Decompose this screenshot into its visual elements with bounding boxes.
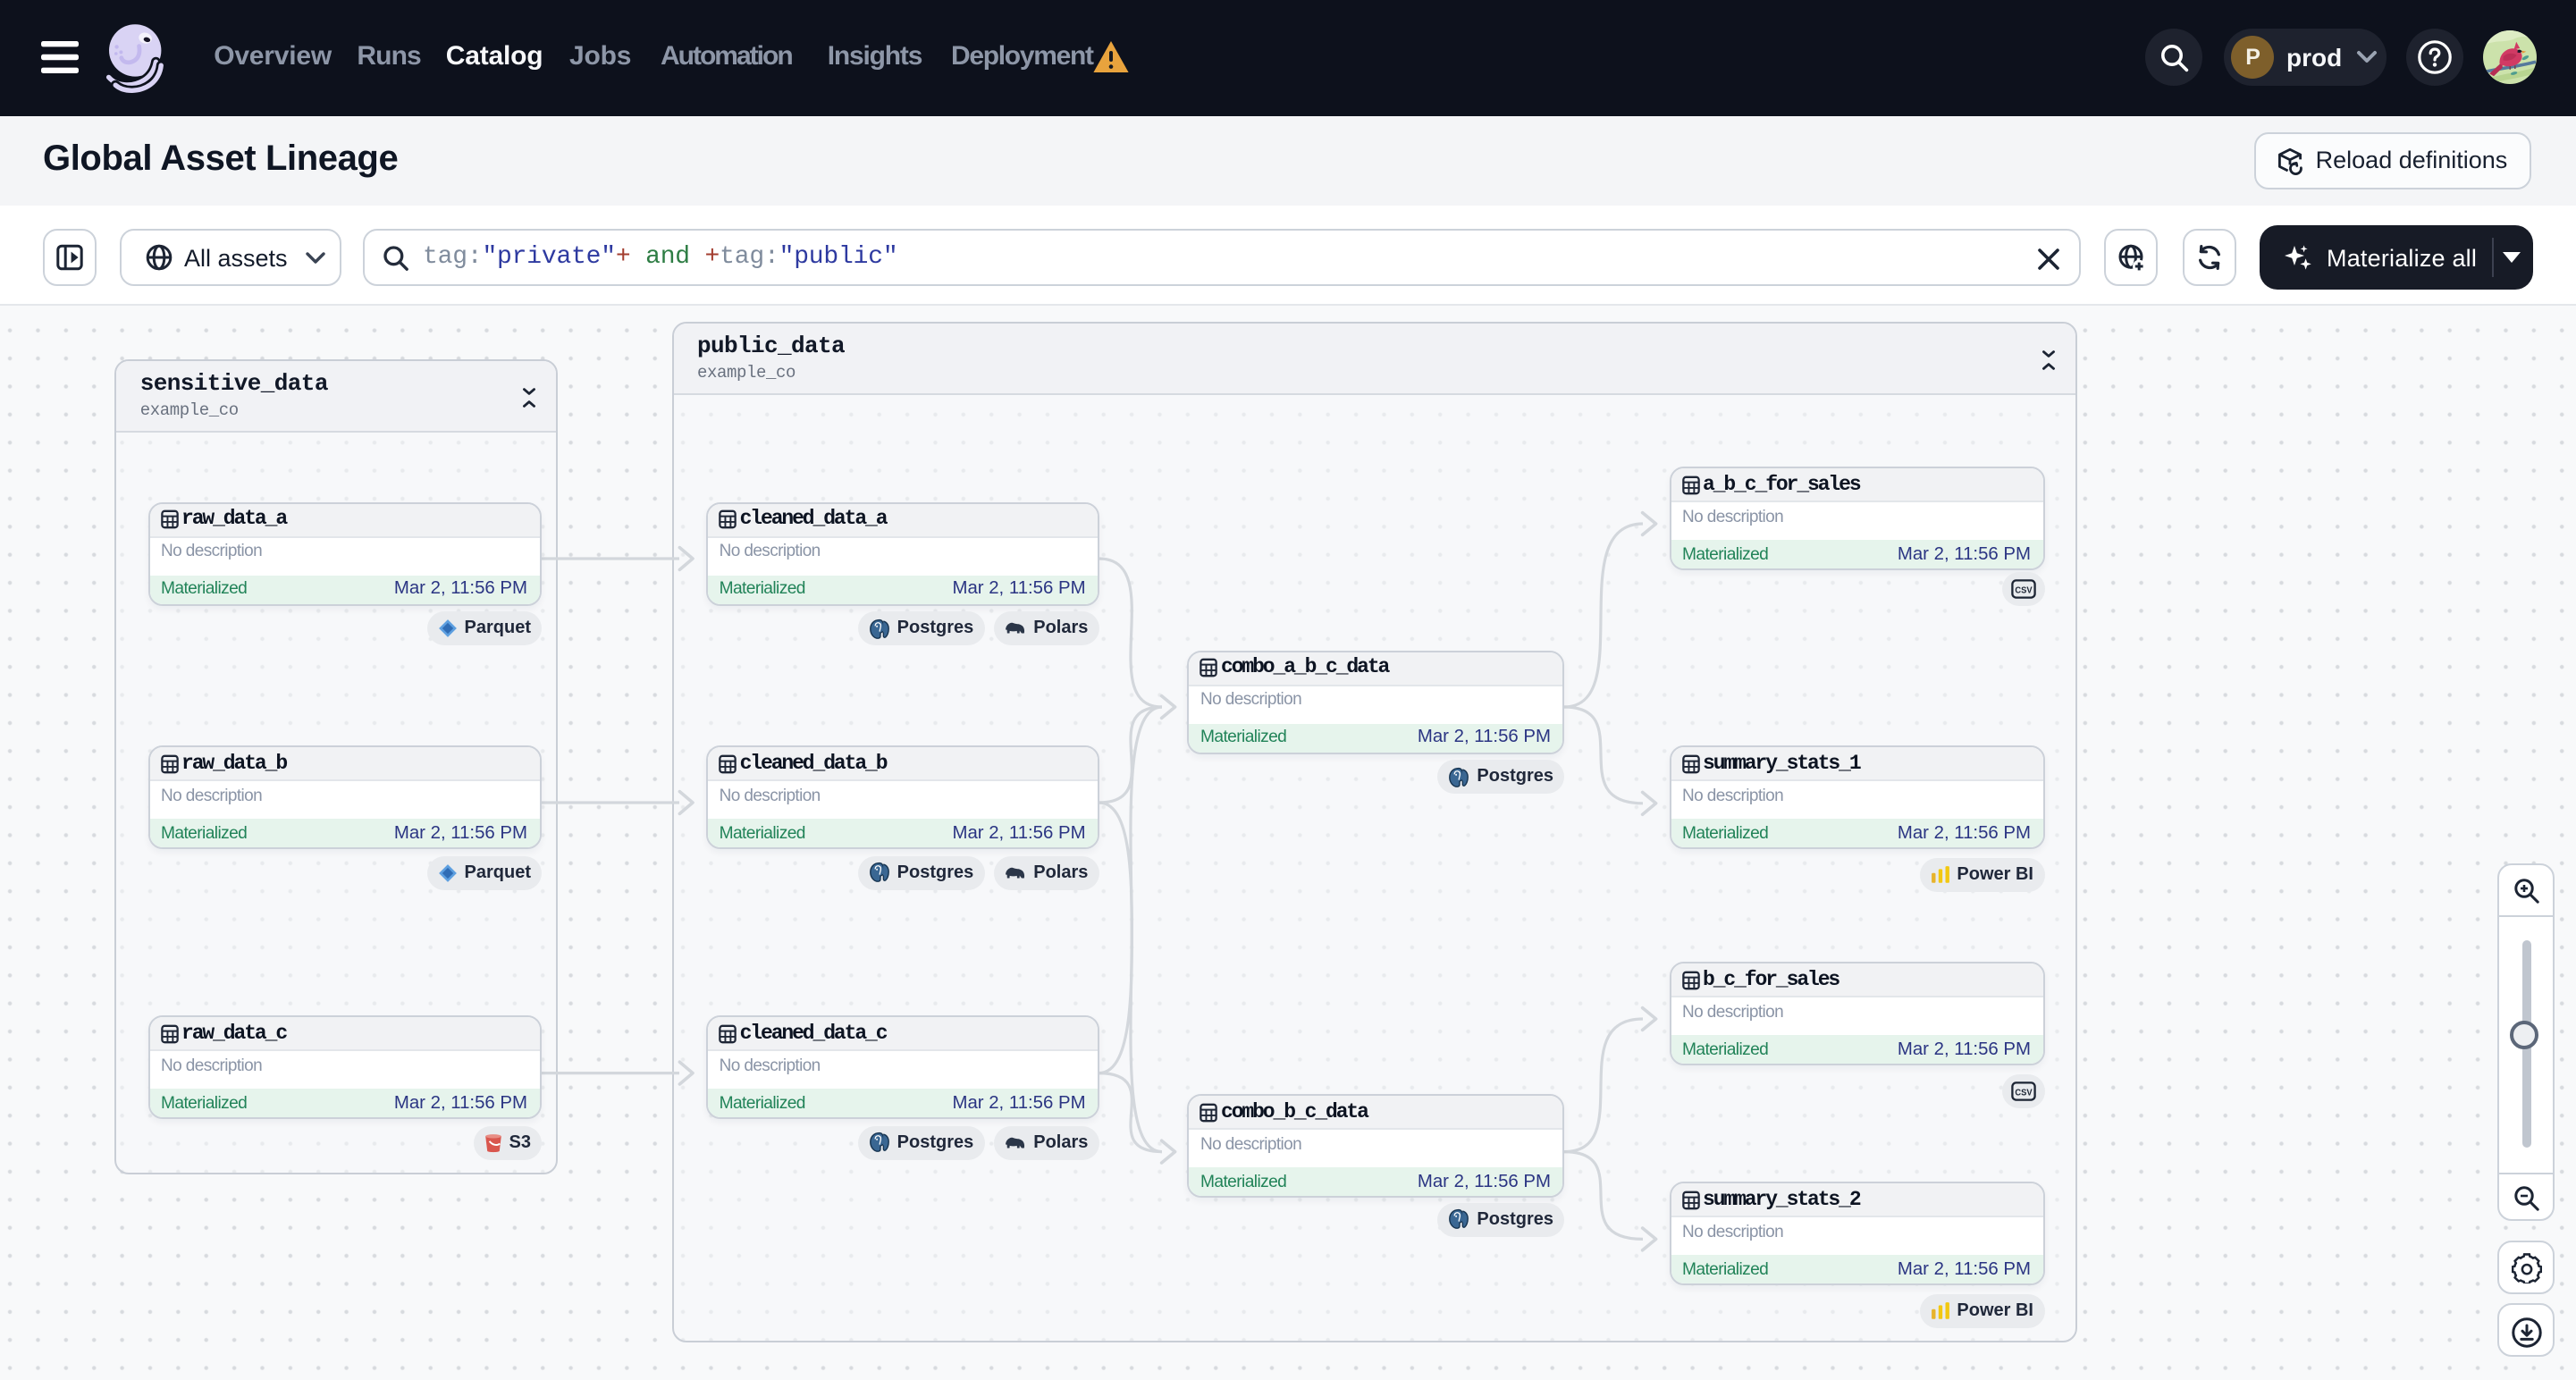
svg-text:CSV: CSV (2014, 585, 2032, 594)
svg-text:CSV: CSV (2014, 1088, 2032, 1098)
